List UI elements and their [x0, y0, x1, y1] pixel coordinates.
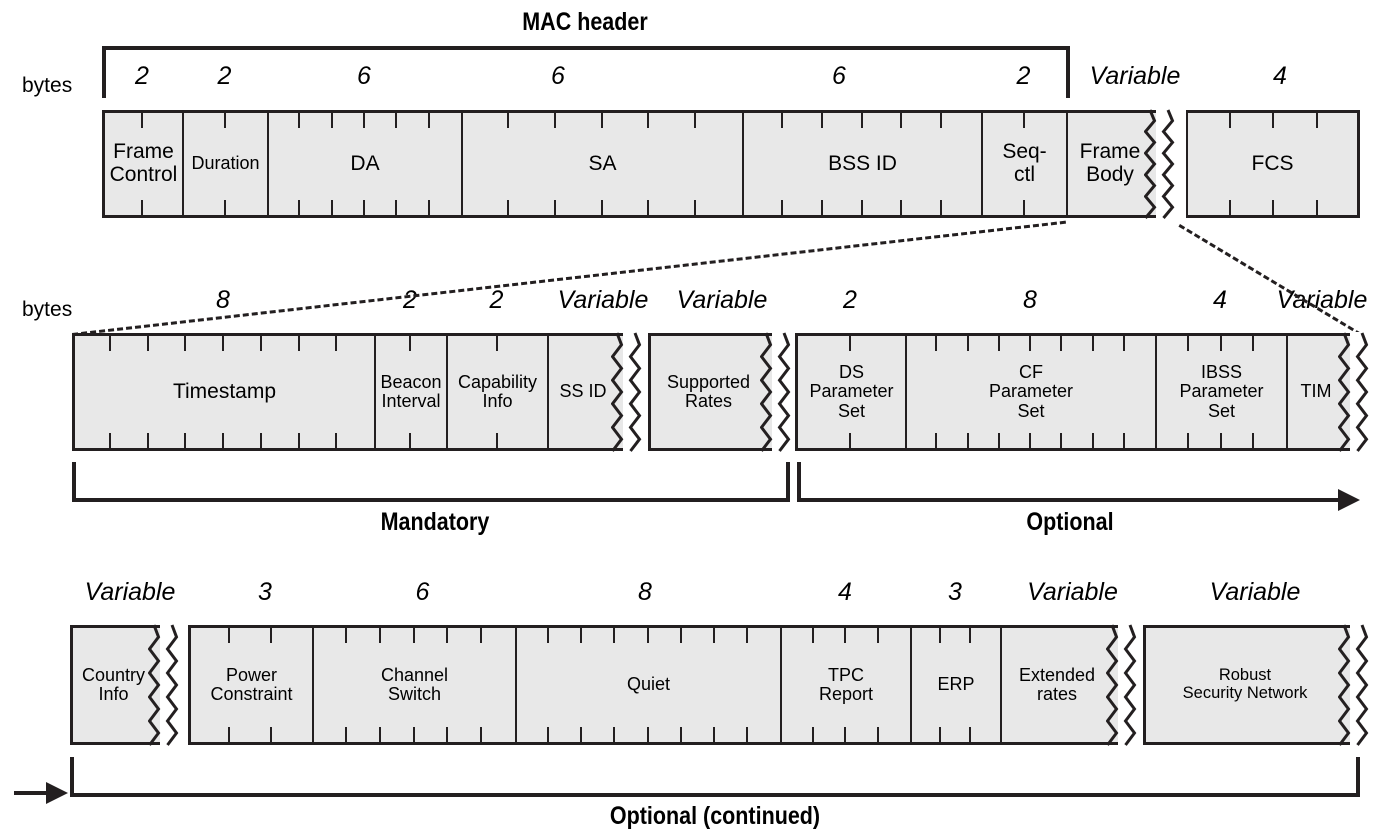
field-supported-rates[interactable]: Supported Rates [648, 333, 782, 451]
size-label-bss-id: 6 [832, 62, 846, 90]
field-label-tim: TIM [1300, 381, 1332, 402]
field-timestamp[interactable]: Timestamp [72, 333, 374, 451]
field-label-extended-rates: Extended rates [1018, 664, 1096, 704]
section-title-mac-header: MAC header [522, 8, 648, 36]
field-label-channel-switch: Channel Switch [380, 664, 449, 704]
field-erp[interactable]: ERP [910, 625, 1000, 745]
size-label-quiet: 8 [638, 578, 652, 606]
section-title-optional: Optional [1026, 508, 1114, 536]
optional-continued-bracket-left-leg [70, 757, 74, 797]
field-label-tpc-report: TPC Report [818, 664, 874, 704]
size-label-duration: 2 [217, 62, 232, 90]
size-label-extended-rates: Variable [1027, 578, 1118, 606]
size-label-tpc-report: 4 [838, 578, 852, 606]
field-label-erp: ERP [937, 674, 975, 695]
field-frame-control[interactable]: Frame Control [102, 110, 182, 218]
field-label-seq-ctl: Seq- ctl [1002, 140, 1047, 186]
field-ds-parameter-set[interactable]: DS Parameter Set [795, 333, 905, 451]
bytes-label-row2: bytes [22, 298, 73, 321]
field-label-beacon-interval: Beacon Interval [380, 371, 442, 411]
field-channel-switch[interactable]: Channel Switch [312, 625, 515, 745]
mandatory-bracket-bar [72, 498, 790, 502]
optional-bracket-left-leg [797, 462, 801, 502]
size-label-timestamp: 8 [216, 286, 230, 314]
size-label-frame-body: Variable [1089, 62, 1181, 90]
field-label-timestamp: Timestamp [172, 379, 277, 403]
bytes-label-row1: bytes [22, 74, 73, 97]
optional-continued-inbound-arrow-icon [14, 782, 70, 804]
optional-bracket-arrow-icon [1338, 489, 1360, 511]
field-capability-info[interactable]: Capability Info [446, 333, 547, 451]
field-ss-id[interactable]: SS ID [547, 333, 633, 451]
size-label-ds-parameter-set: 2 [843, 286, 857, 314]
optional-continued-bracket-right-leg [1356, 757, 1360, 797]
field-label-capability-info: Capability Info [457, 371, 538, 411]
section-title-optional-continued: Optional (continued) [609, 802, 821, 830]
field-tim[interactable]: TIM [1286, 333, 1360, 451]
field-ibss-parameter-set[interactable]: IBSS Parameter Set [1155, 333, 1286, 451]
field-extended-rates[interactable]: Extended rates [1000, 625, 1128, 745]
field-sa[interactable]: SA [461, 110, 742, 218]
size-label-ss-id: Variable [557, 286, 649, 314]
mac-header-bracket-bar [102, 46, 1070, 50]
field-beacon-interval[interactable]: Beacon Interval [374, 333, 446, 451]
field-label-supported-rates: Supported Rates [666, 371, 751, 411]
optional-continued-bracket-bar [70, 793, 1360, 797]
field-label-power-constraint: Power Constraint [210, 664, 293, 704]
size-label-erp: 3 [948, 578, 962, 606]
field-label-ss-id: SS ID [559, 381, 607, 402]
field-quiet[interactable]: Quiet [515, 625, 780, 745]
size-label-fcs: 4 [1273, 62, 1287, 90]
field-cf-parameter-set[interactable]: CF Parameter Set [905, 333, 1155, 451]
field-frame-body[interactable]: Frame Body [1066, 110, 1166, 218]
size-label-cf-parameter-set: 8 [1023, 286, 1037, 314]
size-label-country-info: Variable [84, 578, 176, 606]
field-label-frame-body: Frame Body [1079, 140, 1141, 186]
field-da[interactable]: DA [267, 110, 461, 218]
field-power-constraint[interactable]: Power Constraint [188, 625, 312, 745]
field-label-da: DA [350, 151, 380, 175]
size-label-power-constraint: 3 [258, 578, 272, 606]
field-label-frame-control: Frame Control [109, 140, 178, 186]
field-label-bss-id: BSS ID [828, 151, 897, 175]
field-tpc-report[interactable]: TPC Report [780, 625, 910, 745]
section-title-mandatory: Mandatory [380, 508, 490, 536]
size-label-robust-security: Variable [1209, 578, 1301, 606]
mandatory-bracket-right-leg [786, 462, 790, 502]
field-label-duration: Duration [191, 153, 260, 174]
size-label-seq-ctl: 2 [1016, 62, 1031, 90]
connector-dashed-left [72, 220, 1067, 336]
field-label-cf-parameter-set: CF Parameter Set [988, 361, 1074, 421]
field-robust-security[interactable]: Robust Security Network [1143, 625, 1360, 745]
field-bss-id[interactable]: BSS ID [742, 110, 981, 218]
size-label-frame-control: 2 [135, 62, 149, 90]
field-label-ibss-parameter-set: IBSS Parameter Set [1179, 361, 1264, 421]
field-label-robust-security: Robust Security Network [1182, 666, 1308, 702]
field-fcs[interactable]: FCS [1186, 110, 1360, 218]
field-duration[interactable]: Duration [182, 110, 267, 218]
field-country-info[interactable]: Country Info [70, 625, 170, 745]
size-label-channel-switch: 6 [415, 578, 430, 606]
field-label-ds-parameter-set: DS Parameter Set [809, 361, 894, 421]
connector-dashed-right [1178, 224, 1362, 336]
field-seq-ctl[interactable]: Seq- ctl [981, 110, 1066, 218]
size-label-sa: 6 [551, 62, 565, 90]
field-label-fcs: FCS [1251, 151, 1294, 175]
mandatory-bracket-left-leg [72, 462, 76, 502]
optional-bracket-bar [797, 498, 1342, 502]
size-label-supported-rates: Variable [676, 286, 768, 314]
size-label-da: 6 [357, 62, 371, 90]
field-label-country-info: Country Info [81, 664, 146, 704]
mac-header-bracket-right-leg [1066, 46, 1070, 98]
field-label-quiet: Quiet [626, 674, 671, 695]
field-label-sa: SA [588, 151, 617, 175]
beacon-frame-diagram: MAC header bytes 2 2 6 6 6 2 Variable 4 … [0, 0, 1388, 836]
